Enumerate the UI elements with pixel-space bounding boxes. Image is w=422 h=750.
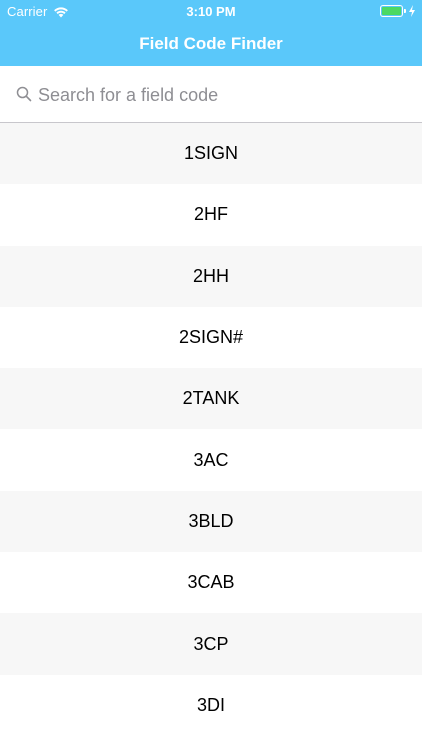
list-item[interactable]: 3CP	[0, 613, 422, 675]
status-time: 3:10 PM	[186, 4, 236, 19]
list-item[interactable]: 3DI	[0, 674, 422, 736]
search-bar[interactable]	[0, 66, 422, 123]
battery-icon	[380, 5, 406, 17]
list-item[interactable]: 2HF	[0, 184, 422, 246]
list-item[interactable]: 2HH	[0, 245, 422, 307]
list-item[interactable]: 3BLD	[0, 490, 422, 553]
list-item[interactable]: 2SIGN#	[0, 306, 422, 369]
list-item[interactable]: 3AC	[0, 429, 422, 491]
list-item[interactable]: 3CAB	[0, 552, 422, 614]
search-icon	[16, 86, 32, 102]
page-title: Field Code Finder	[139, 34, 283, 53]
charging-icon	[408, 5, 416, 17]
search-input[interactable]	[38, 80, 408, 110]
field-code-list: 1SIGN 2HF 2HH 2SIGN# 2TANK 3AC 3BLD 3CAB…	[0, 123, 422, 736]
list-item[interactable]: 2TANK	[0, 368, 422, 430]
header: Carrier 3:10 PM Field Code Finder	[0, 0, 422, 66]
status-right	[380, 5, 416, 17]
list-item[interactable]: 1SIGN	[0, 123, 422, 185]
status-bar: Carrier 3:10 PM	[0, 0, 422, 22]
app-screen: Carrier 3:10 PM Field Code Finder Search…	[0, 0, 422, 750]
navigation-bar: Field Code Finder	[0, 22, 422, 66]
